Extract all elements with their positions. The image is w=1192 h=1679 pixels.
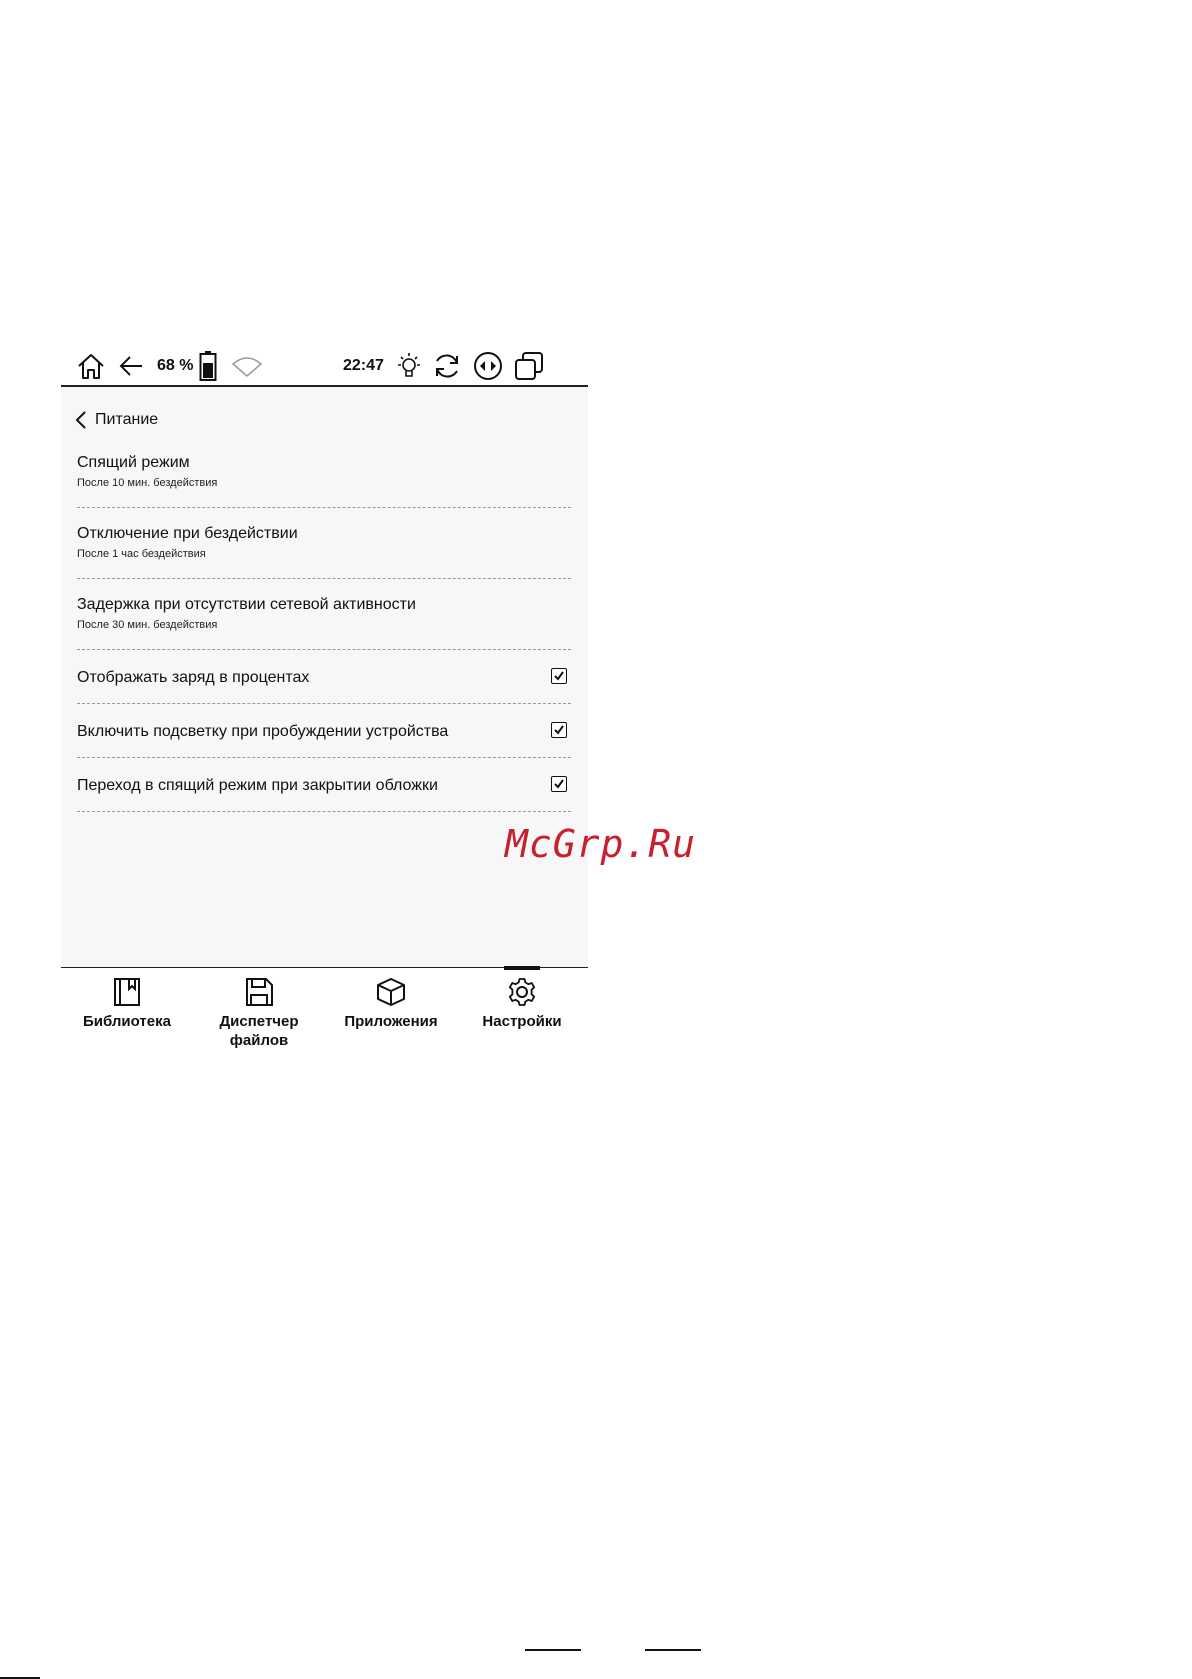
active-tab-indicator [504, 966, 540, 970]
setting-title: Спящий режим [77, 454, 190, 471]
setting-network-delay[interactable]: Задержка при отсутствии сетевой активнос… [77, 579, 571, 650]
check-icon [554, 725, 564, 735]
nav-applications[interactable]: Приложения [325, 968, 457, 1068]
setting-title: Отключение при бездействии [77, 525, 298, 542]
wifi-icon [231, 350, 263, 382]
bottom-nav: Библиотека Диспетчер файлов Приложения Н… [61, 966, 588, 1071]
nav-label: Диспетчер файлов [219, 1013, 299, 1049]
setting-show-battery-percent[interactable]: Отображать заряд в процентах [77, 650, 571, 704]
save-file-icon [246, 978, 273, 1006]
frontlight-icon[interactable] [394, 350, 424, 382]
nav-file-manager[interactable]: Диспетчер файлов [193, 968, 325, 1068]
setting-title: Включить подсветку при пробуждении устро… [77, 723, 449, 740]
checkbox-checked[interactable] [551, 776, 567, 792]
box-icon [377, 978, 405, 1006]
setting-subtitle: После 10 мин. бездействия [77, 477, 218, 489]
settings-content: Питание Спящий режим После 10 мин. безде… [61, 387, 588, 967]
multitask-icon[interactable] [513, 350, 545, 382]
setting-auto-power-off[interactable]: Отключение при бездействии После 1 час б… [77, 508, 571, 579]
orientation-icon[interactable] [472, 350, 504, 382]
setting-sleep-on-cover-close[interactable]: Переход в спящий режим при закрытии обло… [77, 758, 571, 812]
nav-label: Приложения [344, 1013, 438, 1030]
check-icon [554, 779, 564, 789]
page-title: Питание [95, 411, 159, 428]
watermark-logo: McGrp.Ru [505, 822, 697, 866]
setting-sleep-mode[interactable]: Спящий режим После 10 мин. бездействия [77, 437, 571, 508]
battery-icon [199, 350, 217, 382]
setting-subtitle: После 1 час бездействия [77, 548, 206, 560]
setting-subtitle: После 30 мин. бездействия [77, 619, 218, 631]
chevron-left-icon [75, 411, 86, 429]
back-arrow-icon[interactable] [116, 350, 146, 382]
library-icon [114, 978, 140, 1006]
checkbox-checked[interactable] [551, 722, 567, 738]
battery-percent: 68 % [157, 357, 194, 374]
setting-backlight-on-wake[interactable]: Включить подсветку при пробуждении устро… [77, 704, 571, 758]
nav-settings[interactable]: Настройки [456, 966, 588, 1068]
decorative-line [525, 1649, 581, 1651]
setting-title: Задержка при отсутствии сетевой активнос… [77, 596, 416, 613]
nav-label: Настройки [482, 1013, 562, 1030]
device-screen: 68 % 22:47 Питание Спящий режим После 10… [61, 345, 588, 1071]
nav-library[interactable]: Библиотека [61, 968, 193, 1068]
home-icon[interactable] [75, 350, 107, 382]
settings-list: Спящий режим После 10 мин. бездействия О… [77, 437, 571, 812]
check-icon [554, 671, 564, 681]
gear-icon [508, 978, 536, 1006]
decorative-line [645, 1649, 701, 1651]
back-button[interactable]: Питание [75, 407, 158, 433]
nav-label: Библиотека [83, 1013, 171, 1030]
setting-title: Отображать заряд в процентах [77, 669, 310, 686]
refresh-icon[interactable] [431, 350, 463, 382]
setting-title: Переход в спящий режим при закрытии обло… [77, 777, 438, 794]
clock: 22:47 [343, 357, 384, 374]
status-bar: 68 % 22:47 [61, 345, 588, 387]
checkbox-checked[interactable] [551, 668, 567, 684]
